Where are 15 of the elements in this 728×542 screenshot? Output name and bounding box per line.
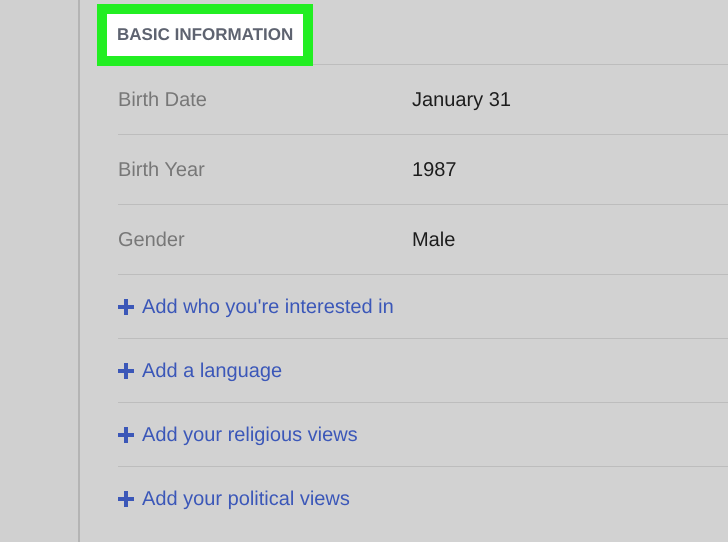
field-label: Birth Date	[118, 88, 208, 112]
field-value: January 31	[412, 88, 511, 112]
field-label: Gender	[118, 228, 186, 252]
field-value: Male	[412, 228, 456, 252]
plus-icon	[118, 298, 134, 314]
plus-icon	[118, 362, 134, 378]
add-link[interactable]: Add who you're interested in	[118, 292, 394, 322]
plus-icon	[118, 491, 134, 507]
add-link[interactable]: Add a language	[118, 356, 282, 386]
add-link[interactable]: Add your religious views	[118, 420, 358, 450]
plus-icon	[118, 426, 134, 442]
add-link[interactable]: Add your political views	[118, 484, 350, 514]
section-heading: BASIC INFORMATION	[117, 24, 294, 46]
field-value: 1987	[412, 158, 456, 182]
field-label: Birth Year	[118, 158, 206, 182]
